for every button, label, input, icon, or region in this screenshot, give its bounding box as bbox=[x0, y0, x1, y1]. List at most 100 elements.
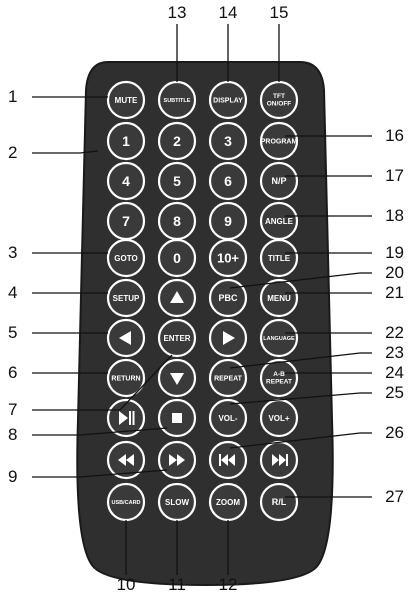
button-label: PROGRAM bbox=[261, 139, 298, 146]
vol-down-button[interactable]: VOL- bbox=[208, 398, 248, 438]
num-1-button[interactable]: 1 bbox=[106, 121, 146, 161]
button-label: REPEAT bbox=[214, 376, 243, 383]
callout-number: 3 bbox=[8, 243, 17, 262]
num-4-button[interactable]: 4 bbox=[106, 161, 146, 201]
pause-bar bbox=[129, 411, 131, 425]
subtitle-button[interactable]: SUBTITLE bbox=[157, 80, 197, 120]
stop-square bbox=[172, 413, 182, 423]
repeat-button[interactable]: REPEAT bbox=[208, 358, 248, 398]
button-label: RETURN bbox=[111, 376, 140, 383]
button-label: 7 bbox=[122, 213, 130, 229]
callout-number: 13 bbox=[168, 3, 187, 22]
track-bar bbox=[219, 454, 221, 466]
down-button[interactable] bbox=[157, 358, 197, 398]
next-button[interactable] bbox=[259, 440, 299, 480]
callout-number: 15 bbox=[270, 3, 289, 22]
button-label: SUBTITLE bbox=[164, 98, 191, 104]
vol-up-button[interactable]: VOL+ bbox=[259, 398, 299, 438]
right-button[interactable] bbox=[208, 318, 248, 358]
fast-forward-button[interactable] bbox=[157, 440, 197, 480]
callout-number: 27 bbox=[385, 487, 404, 506]
track-bar bbox=[286, 454, 288, 466]
zoom-button[interactable]: ZOOM bbox=[208, 482, 248, 522]
callout-number: 10 bbox=[117, 575, 136, 594]
tft-button[interactable]: TFT ON/OFF bbox=[259, 80, 299, 120]
num-8-button[interactable]: 8 bbox=[157, 201, 197, 241]
button-label: 9 bbox=[224, 213, 232, 229]
num-0-button[interactable]: 0 bbox=[157, 238, 197, 278]
button-label: 0 bbox=[173, 250, 181, 266]
num-7-button[interactable]: 7 bbox=[106, 201, 146, 241]
stop-icon bbox=[172, 413, 182, 423]
callout-number: 7 bbox=[8, 400, 17, 419]
callout-number: 16 bbox=[385, 126, 404, 145]
callout-number: 21 bbox=[385, 283, 404, 302]
callout-number: 8 bbox=[8, 425, 17, 444]
goto-button[interactable]: GOTO bbox=[106, 238, 146, 278]
rl-button[interactable]: R/L bbox=[259, 482, 299, 522]
button-label: MUTE bbox=[115, 96, 138, 105]
callout-number: 18 bbox=[385, 206, 404, 225]
callout-number: 22 bbox=[385, 323, 404, 342]
callout-number: 2 bbox=[8, 143, 17, 162]
callout-number: 1 bbox=[8, 87, 17, 106]
button-label: N/P bbox=[271, 176, 286, 186]
button-label: 4 bbox=[122, 173, 130, 189]
button-label: MENU bbox=[267, 294, 291, 303]
callout-number: 19 bbox=[385, 243, 404, 262]
button-label: ZOOM bbox=[216, 498, 240, 507]
button-label: 1 bbox=[122, 133, 130, 149]
left-button[interactable] bbox=[106, 318, 146, 358]
button-label: LANGUAGE bbox=[263, 336, 295, 342]
button-label: VOL+ bbox=[268, 414, 289, 423]
usb-card-button[interactable]: USB/CARD bbox=[106, 482, 146, 522]
stop-button[interactable] bbox=[157, 398, 197, 438]
setup-button[interactable]: SETUP bbox=[106, 278, 146, 318]
display-button[interactable]: DISPLAY bbox=[208, 80, 248, 120]
callout-number: 25 bbox=[385, 383, 404, 402]
button-label: 10+ bbox=[217, 251, 239, 266]
language-button[interactable]: LANGUAGE bbox=[259, 318, 299, 358]
num-5-button[interactable]: 5 bbox=[157, 161, 197, 201]
callout-number: 24 bbox=[385, 363, 404, 382]
up-button[interactable] bbox=[157, 278, 197, 318]
callout-number: 23 bbox=[385, 343, 404, 362]
angle-button[interactable]: ANGLE bbox=[259, 201, 299, 241]
program-button[interactable]: PROGRAM bbox=[259, 121, 299, 161]
num-2-button[interactable]: 2 bbox=[157, 121, 197, 161]
button-label: 5 bbox=[173, 173, 181, 189]
slow-button[interactable]: SLOW bbox=[157, 482, 197, 522]
callout-number: 11 bbox=[168, 575, 186, 594]
enter-button[interactable]: ENTER bbox=[157, 318, 197, 358]
button-label: 6 bbox=[224, 173, 232, 189]
button-label: R/L bbox=[272, 497, 287, 507]
title-button[interactable]: TITLE bbox=[259, 238, 299, 278]
callout-number: 26 bbox=[385, 423, 404, 442]
num-10plus-button[interactable]: 10+ bbox=[208, 238, 248, 278]
remote-diagram: MUTE SUBTITLE DISPLAYTFT ON/OFF1 2 3 PROGRAM4 5… bbox=[8, 3, 404, 594]
callout-number: 6 bbox=[8, 363, 17, 382]
callout-number: 4 bbox=[8, 283, 17, 302]
callout-number: 17 bbox=[385, 166, 404, 185]
pause-bar bbox=[132, 411, 135, 425]
button-label: SLOW bbox=[165, 498, 189, 507]
np-button[interactable]: N/P bbox=[259, 161, 299, 201]
num-9-button[interactable]: 9 bbox=[208, 201, 248, 241]
button-label: PBC bbox=[218, 293, 238, 303]
button-label: USB/CARD bbox=[111, 500, 140, 506]
num-3-button[interactable]: 3 bbox=[208, 121, 248, 161]
callout-number: 9 bbox=[8, 467, 17, 486]
callout-number: 20 bbox=[385, 263, 404, 282]
mute-button[interactable]: MUTE bbox=[106, 80, 146, 120]
menu-button[interactable]: MENU bbox=[259, 278, 299, 318]
button-label: GOTO bbox=[114, 254, 137, 263]
button-label: ENTER bbox=[163, 334, 190, 343]
button-label: ANGLE bbox=[265, 217, 294, 226]
callout-number: 12 bbox=[219, 575, 238, 594]
button-label: TITLE bbox=[268, 254, 291, 263]
num-6-button[interactable]: 6 bbox=[208, 161, 248, 201]
pbc-button[interactable]: PBC bbox=[208, 278, 248, 318]
button-label: VOL- bbox=[218, 414, 237, 423]
button-label: DISPLAY bbox=[213, 98, 243, 105]
ab-repeat-button[interactable]: A-B REPEAT bbox=[259, 358, 299, 398]
